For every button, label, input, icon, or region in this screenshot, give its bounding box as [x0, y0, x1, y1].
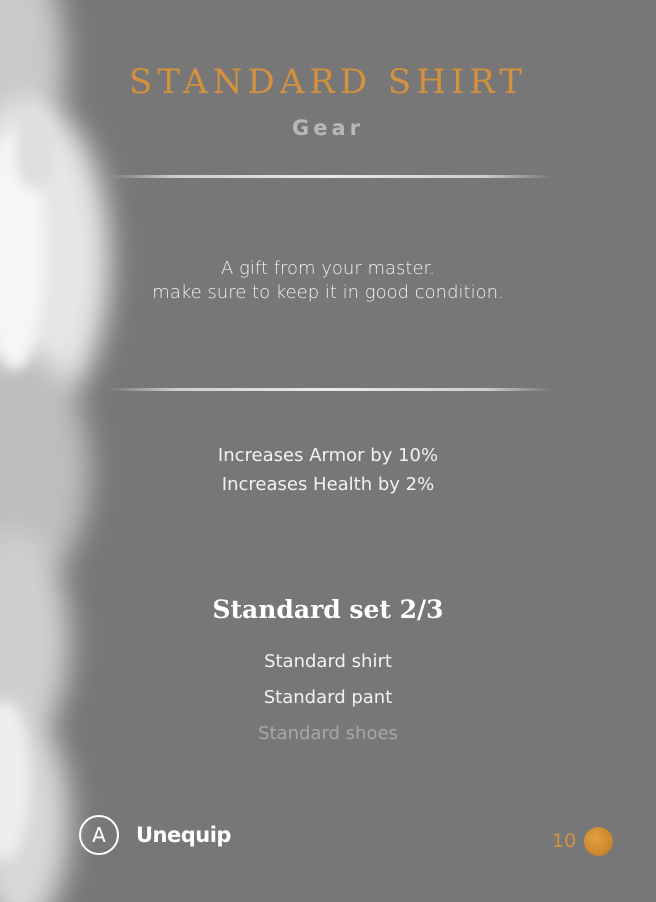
set-item-pant: Standard pant: [263, 687, 393, 708]
item-description-line: make sure to keep it in good condition.: [152, 282, 504, 303]
divider-bottom: [108, 388, 552, 391]
a-button-icon: A: [79, 815, 119, 855]
item-description-line: A gift from your master.: [221, 258, 435, 279]
set-item-shoes: Standard shoes: [258, 723, 398, 744]
unequip-label: Unequip: [136, 823, 231, 847]
stat-health: Increases Health by 2%: [221, 474, 435, 495]
item-category: Gear: [291, 116, 364, 140]
divider-top: [108, 175, 552, 178]
price-value: 10: [552, 830, 577, 852]
unequip-button[interactable]: A Unequip: [79, 814, 231, 856]
stat-armor: Increases Armor by 10%: [217, 445, 439, 466]
item-price: 10: [540, 824, 614, 858]
set-item-shirt: Standard shirt: [264, 651, 392, 672]
set-title: Standard set 2/3: [212, 595, 444, 624]
coin-icon: [584, 826, 614, 856]
item-title: STANDARD SHIRT: [129, 62, 527, 102]
